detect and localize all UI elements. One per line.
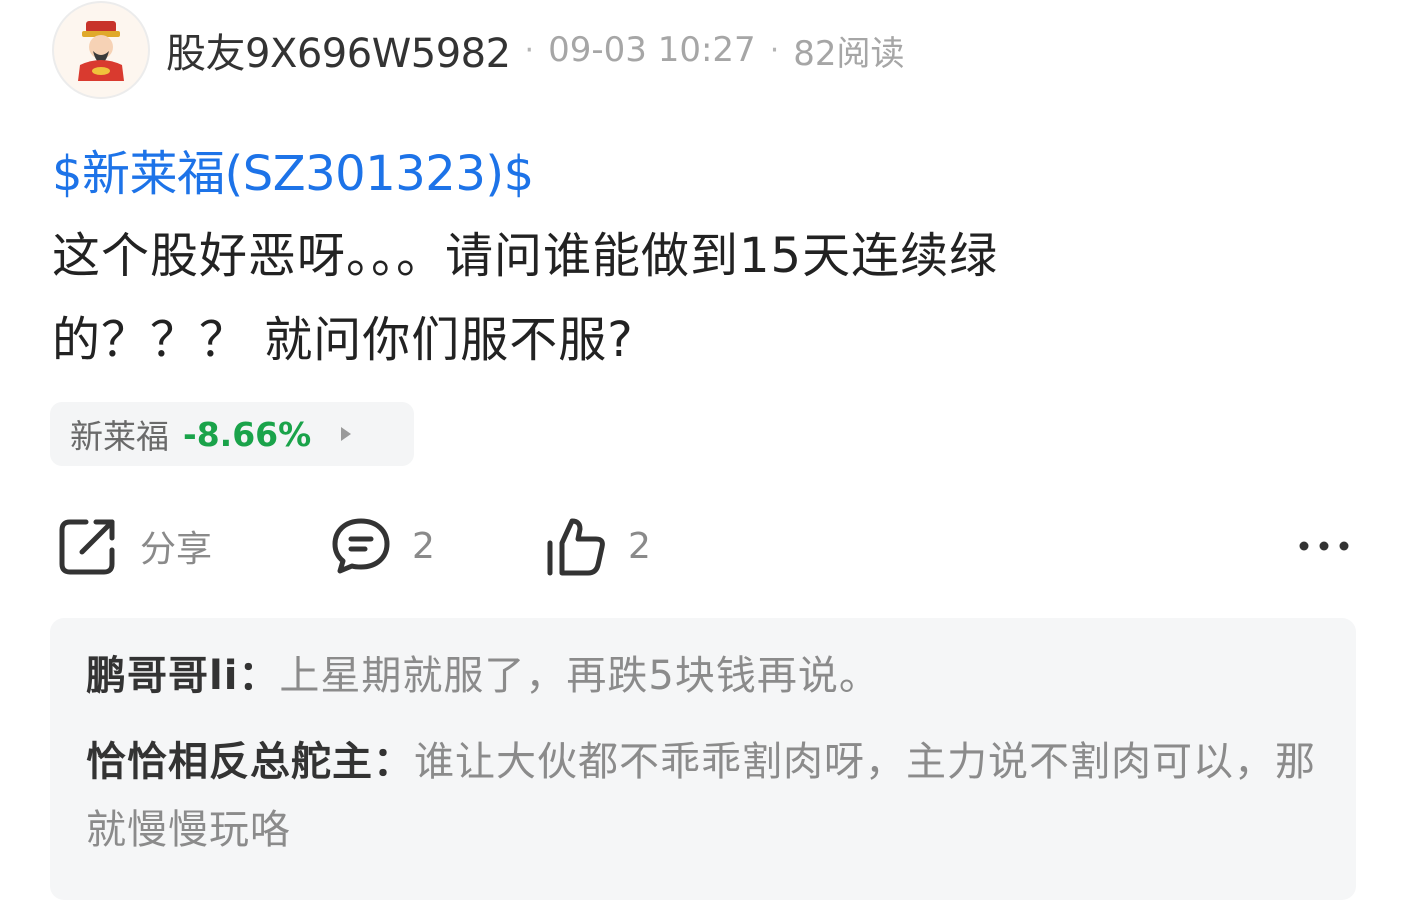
thumbs-up-icon [547,518,605,576]
stock-name: 新莱福 [70,417,169,456]
god-of-wealth-avatar-icon [78,21,124,81]
share-button[interactable]: 分享 [56,508,212,584]
post-meta: 股友9X696W5982 · 09-03 10:27 · 82阅读 [166,21,905,79]
chevron-right-icon [341,427,352,441]
stock-change: -8.66% [183,414,312,454]
post-content: 这个股好恶呀。。。请问谁能做到15天连续绿 的？？？ 就问你们服不服? [52,214,1252,382]
share-label: 分享 [140,529,213,570]
action-bar: 分享 2 2 [0,508,1414,584]
post-content-line: 的？？？ 就问你们服不服? [52,312,634,368]
more-dots-icon [1299,541,1349,551]
post-timestamp: 09-03 10:27 [548,30,756,70]
stock-tag-link[interactable]: $新莱福(SZ301323)$ [52,134,534,204]
like-count: 2 [628,525,651,567]
comment-count: 2 [412,525,435,567]
like-button[interactable]: 2 [546,508,651,584]
share-icon [59,519,115,575]
comment-text: 上星期就服了，再跌5块钱再说。 [279,653,880,699]
post-content-line: 这个股好恶呀。。。请问谁能做到15天连续绿 [52,228,999,284]
comment-preview-list[interactable]: 鹏哥哥li：上星期就服了，再跌5块钱再说。 恰恰相反总舵主：谁让大伙都不乖乖割肉… [50,618,1356,900]
read-count: 82阅读 [793,33,905,74]
comment-button[interactable]: 2 [330,508,435,584]
comment-item[interactable]: 恰恰相反总舵主：谁让大伙都不乖乖割肉呀，主力说不割肉可以，那就慢慢玩咯 [86,728,1320,864]
comment-author[interactable]: 恰恰相反总舵主： [86,739,414,785]
post-header: 股友9X696W5982 · 09-03 10:27 · 82阅读 [52,0,905,100]
meta-separator: · [524,32,535,68]
meta-separator: · [769,32,780,68]
comment-bubble-icon [332,518,390,574]
username[interactable]: 股友9X696W5982 [166,21,511,79]
more-button[interactable] [1298,508,1350,584]
comment-item[interactable]: 鹏哥哥li：上星期就服了，再跌5块钱再说。 [86,642,1320,710]
avatar[interactable] [52,1,150,99]
post-card: 股友9X696W5982 · 09-03 10:27 · 82阅读 $新莱福(S… [0,0,1414,906]
stock-quote-chip[interactable]: 新莱福 -8.66% [50,402,414,466]
comment-author[interactable]: 鹏哥哥li： [86,653,279,699]
